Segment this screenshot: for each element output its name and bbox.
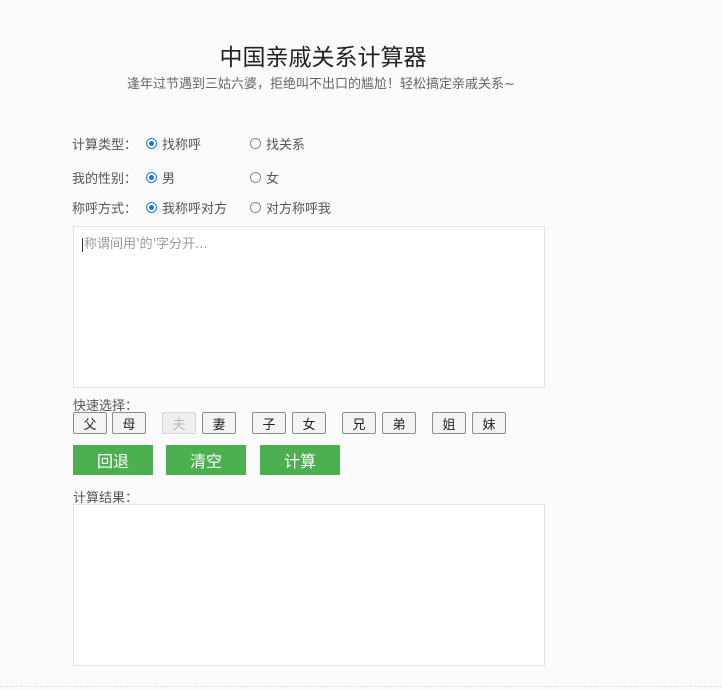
radio-they-call-me-label: 对方称呼我	[266, 201, 332, 217]
radio-i-call-them-label: 我称呼对方	[162, 201, 228, 217]
quick-button-husband: 夫	[162, 412, 196, 434]
relation-input-placeholder: 称谓间用'的'字分开...	[84, 237, 208, 252]
quick-button-wife[interactable]: 妻	[202, 412, 236, 434]
back-button[interactable]: 回退	[73, 445, 153, 475]
calc-type-find-relation-option[interactable]: 找关系	[250, 134, 305, 153]
result-output[interactable]	[73, 504, 545, 666]
clear-button[interactable]: 清空	[166, 445, 246, 475]
radio-male[interactable]	[146, 171, 157, 183]
quick-button-son[interactable]: 子	[252, 412, 286, 434]
page-title: 中国亲戚关系计算器	[219, 45, 427, 71]
quick-button-father[interactable]: 父	[73, 412, 107, 434]
quick-button-younger-brother[interactable]: 弟	[382, 412, 416, 434]
gender-female-option[interactable]: 女	[250, 168, 279, 187]
gender-row: 我的性别： 男 女	[72, 167, 279, 187]
calc-type-find-title-option[interactable]: 找称呼	[146, 134, 250, 153]
gender-label: 我的性别：	[72, 171, 138, 187]
calc-type-label: 计算类型：	[72, 137, 138, 153]
text-caret	[82, 237, 83, 252]
radio-find-relation[interactable]	[250, 137, 261, 149]
radio-find-title-label: 找称呼	[162, 137, 202, 153]
quick-button-younger-sister[interactable]: 妹	[472, 412, 506, 434]
quick-button-elder-brother[interactable]: 兄	[342, 412, 376, 434]
radio-male-label: 男	[162, 171, 176, 187]
radio-they-call-me[interactable]	[250, 201, 261, 213]
calc-type-row: 计算类型： 找称呼 找关系	[72, 133, 305, 153]
address-mode-row: 称呼方式： 我称呼对方 对方称呼我	[72, 197, 331, 217]
quick-button-elder-sister[interactable]: 姐	[432, 412, 466, 434]
address-mode-label: 称呼方式：	[72, 201, 138, 217]
radio-find-relation-label: 找关系	[266, 137, 306, 153]
quick-button-mother[interactable]: 母	[112, 412, 146, 434]
radio-i-call-them[interactable]	[146, 201, 157, 213]
calculate-button[interactable]: 计算	[260, 445, 340, 475]
radio-female-label: 女	[266, 171, 280, 187]
quick-button-daughter[interactable]: 女	[292, 412, 326, 434]
page-subtitle: 逢年过节遇到三姑六婆，拒绝叫不出口的尴尬！轻松搞定亲戚关系~	[127, 77, 515, 92]
radio-female[interactable]	[250, 171, 261, 183]
mode-they-call-me-option[interactable]: 对方称呼我	[250, 198, 331, 217]
relation-input[interactable]: 称谓间用'的'字分开...	[73, 226, 545, 388]
mode-i-call-them-option[interactable]: 我称呼对方	[146, 198, 250, 217]
gender-male-option[interactable]: 男	[146, 168, 250, 187]
bottom-divider	[0, 686, 722, 687]
radio-find-title[interactable]	[146, 137, 157, 149]
